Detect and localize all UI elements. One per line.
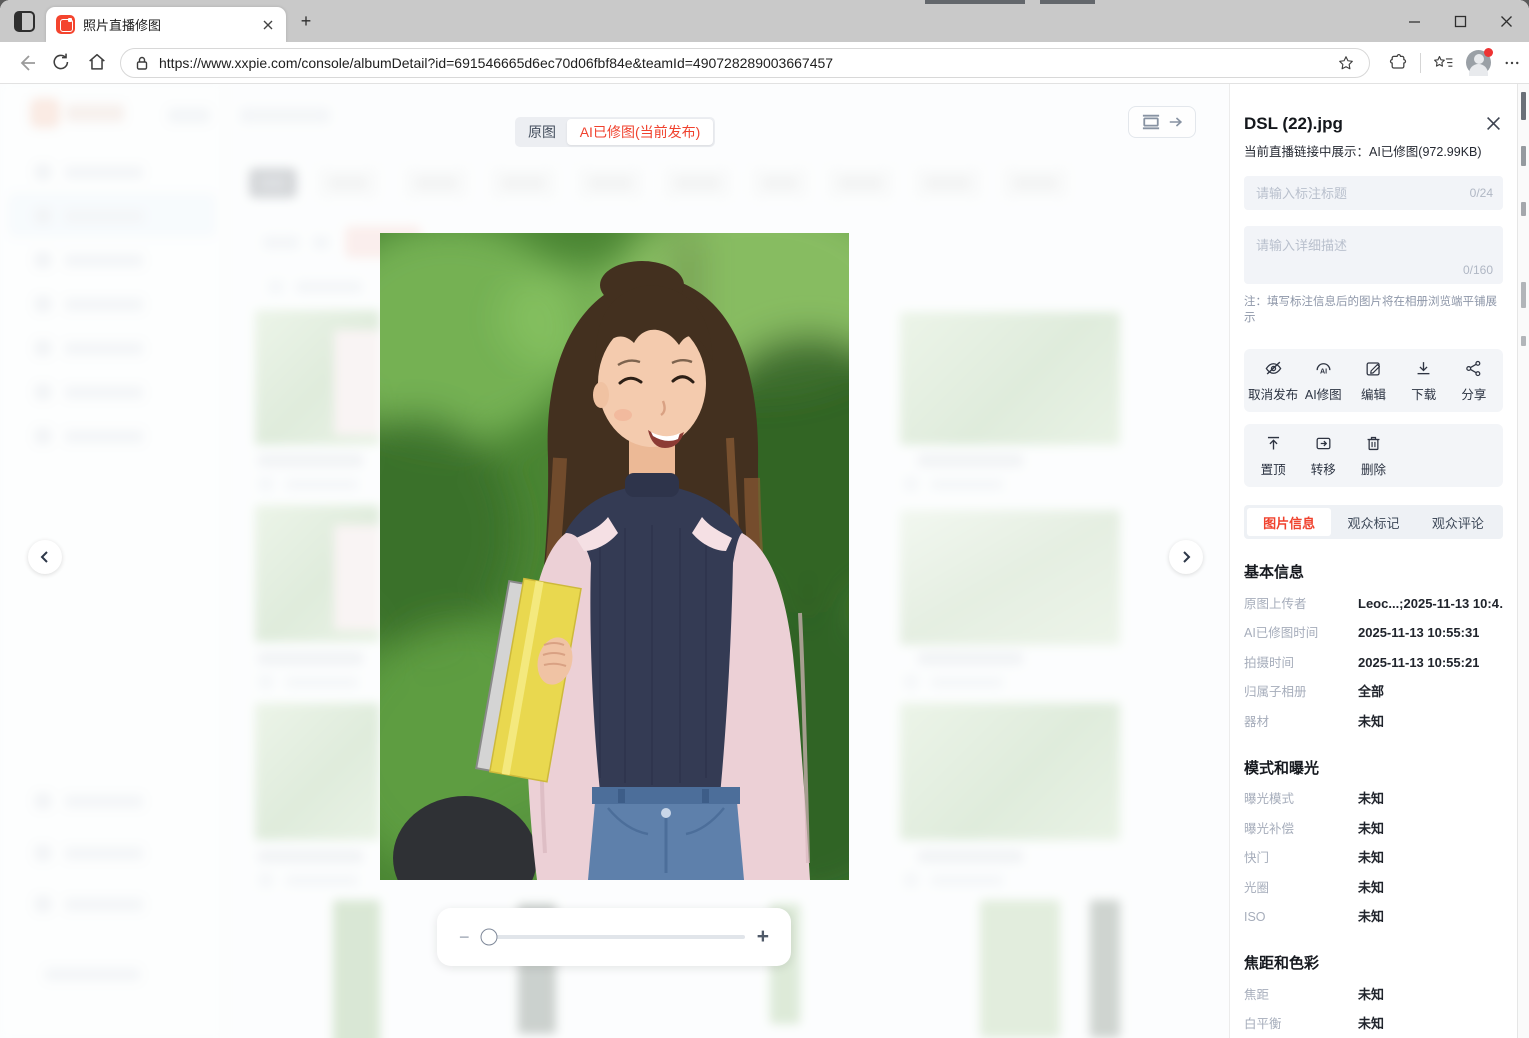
caption-desc-field: 0/160 bbox=[1244, 226, 1503, 284]
desc-char-counter: 0/160 bbox=[1463, 263, 1493, 277]
info-row: ISO未知 bbox=[1244, 906, 1503, 925]
info-row: 器材未知 bbox=[1244, 711, 1503, 730]
section-title-mode-exposure: 模式和曝光 bbox=[1244, 757, 1503, 778]
panel-tabs: 图片信息 观众标记 观众评论 bbox=[1244, 505, 1503, 539]
action-group-secondary: 置顶 转移 删除 bbox=[1244, 424, 1503, 487]
section-title-focal-color: 焦距和色彩 bbox=[1244, 952, 1503, 973]
present-screen-button[interactable] bbox=[1128, 106, 1196, 138]
svg-text:AI: AI bbox=[1320, 367, 1327, 375]
tab-viewer-comments[interactable]: 观众评论 bbox=[1416, 508, 1500, 536]
version-toggle: 原图 AI已修图(当前发布) bbox=[515, 117, 715, 147]
share-icon bbox=[1464, 359, 1483, 378]
window-minimize-button[interactable] bbox=[1391, 0, 1437, 42]
info-row: 快门未知 bbox=[1244, 847, 1503, 866]
tab-workspaces-icon[interactable] bbox=[14, 11, 35, 32]
home-icon[interactable] bbox=[86, 51, 110, 75]
photo-filename: DSL (22).jpg bbox=[1244, 114, 1503, 134]
info-row: 曝光补偿未知 bbox=[1244, 818, 1503, 837]
caption-title-field: 0/24 bbox=[1244, 176, 1503, 210]
site-favicon-icon bbox=[56, 15, 75, 34]
section-title-basic-info: 基本信息 bbox=[1244, 561, 1503, 582]
window-maximize-button[interactable] bbox=[1437, 0, 1483, 42]
album-detail-page: 原图 AI已修图(当前发布) bbox=[0, 84, 1529, 1038]
info-row: 白平衡未知 bbox=[1244, 1013, 1503, 1032]
url-text: https://www.xxpie.com/console/albumDetai… bbox=[159, 55, 1327, 71]
next-photo-button[interactable] bbox=[1169, 540, 1203, 574]
current-display-info: 当前直播链接中展示：AI已修图(972.99KB) bbox=[1244, 141, 1503, 160]
new-tab-button[interactable]: + bbox=[296, 12, 316, 32]
extensions-icon[interactable] bbox=[1388, 53, 1408, 73]
move-folder-icon bbox=[1314, 434, 1333, 453]
info-row: 曝光模式未知 bbox=[1244, 788, 1503, 807]
screen-icon bbox=[1141, 113, 1161, 131]
download-icon bbox=[1414, 359, 1433, 378]
delete-button[interactable]: 删除 bbox=[1348, 434, 1398, 478]
zoom-in-icon[interactable]: + bbox=[757, 925, 769, 949]
favorite-star-icon[interactable] bbox=[1337, 54, 1355, 72]
prev-photo-button[interactable] bbox=[28, 540, 62, 574]
tab-viewer-marks[interactable]: 观众标记 bbox=[1331, 508, 1415, 536]
more-menu-icon[interactable] bbox=[1503, 54, 1521, 72]
background-window-sliver bbox=[925, 0, 1025, 4]
info-row: 光圈未知 bbox=[1244, 877, 1503, 896]
zoom-slider-track[interactable] bbox=[482, 935, 745, 939]
caption-desc-input[interactable] bbox=[1244, 226, 1503, 262]
refresh-icon[interactable] bbox=[50, 51, 74, 75]
arrow-right-icon bbox=[1168, 115, 1184, 129]
notification-dot bbox=[1484, 48, 1493, 57]
toggle-ai-retouched-button[interactable]: AI已修图(当前发布) bbox=[567, 119, 713, 145]
photo-of-woman bbox=[380, 233, 849, 880]
pin-top-button[interactable]: 置顶 bbox=[1248, 434, 1298, 478]
ai-retouch-button[interactable]: AI AI修图 bbox=[1298, 359, 1348, 403]
favorites-bar-icon[interactable] bbox=[1433, 54, 1454, 72]
browser-window: 照片直播修图 + bbox=[0, 0, 1529, 1038]
tab-photo-info[interactable]: 图片信息 bbox=[1247, 508, 1331, 536]
info-row: 焦距未知 bbox=[1244, 984, 1503, 1003]
browser-toolbar: https://www.xxpie.com/console/albumDetai… bbox=[0, 42, 1529, 84]
unpublish-button[interactable]: 取消发布 bbox=[1248, 359, 1298, 403]
trash-icon bbox=[1364, 434, 1383, 453]
photo-info-panel: DSL (22).jpg 当前直播链接中展示：AI已修图(972.99KB) 0… bbox=[1229, 84, 1517, 1038]
edit-button[interactable]: 编辑 bbox=[1348, 359, 1398, 403]
edit-icon bbox=[1364, 359, 1383, 378]
toolbar-separator bbox=[1420, 53, 1421, 73]
pin-top-icon bbox=[1264, 434, 1283, 453]
info-row: 原图上传者Leoc...;2025-11-13 10:4… bbox=[1244, 593, 1503, 612]
share-button[interactable]: 分享 bbox=[1449, 359, 1499, 403]
title-char-counter: 0/24 bbox=[1470, 186, 1493, 200]
caption-note: 注：填写标注信息后的图片将在相册浏览端平铺展示 bbox=[1244, 293, 1503, 325]
eye-off-icon bbox=[1264, 359, 1283, 378]
info-row: AI已修图时间2025-11-13 10:55:31 bbox=[1244, 622, 1503, 641]
lock-icon bbox=[135, 55, 149, 71]
back-icon[interactable] bbox=[14, 51, 38, 75]
toggle-original-button[interactable]: 原图 bbox=[517, 122, 567, 142]
download-button[interactable]: 下载 bbox=[1399, 359, 1449, 403]
ai-retouch-icon: AI bbox=[1314, 359, 1333, 378]
page-scrollbar[interactable] bbox=[1517, 84, 1529, 1038]
window-close-button[interactable] bbox=[1483, 0, 1529, 42]
transfer-button[interactable]: 转移 bbox=[1298, 434, 1348, 478]
caption-title-input[interactable] bbox=[1244, 176, 1503, 210]
panel-close-icon[interactable] bbox=[1486, 116, 1501, 131]
zoom-slider-card: − + bbox=[437, 908, 791, 966]
browser-tab[interactable]: 照片直播修图 bbox=[46, 7, 286, 42]
background-window-sliver bbox=[1040, 0, 1095, 4]
address-bar[interactable]: https://www.xxpie.com/console/albumDetai… bbox=[120, 48, 1370, 78]
zoom-slider-thumb[interactable] bbox=[481, 929, 498, 946]
tab-title: 照片直播修图 bbox=[83, 15, 252, 34]
info-row: 拍摄时间2025-11-13 10:55:21 bbox=[1244, 652, 1503, 671]
profile-avatar[interactable] bbox=[1466, 50, 1491, 75]
browser-tabstrip: 照片直播修图 + bbox=[0, 0, 1529, 42]
info-row: 归属子相册全部 bbox=[1244, 681, 1503, 700]
zoom-out-icon[interactable]: − bbox=[459, 927, 470, 948]
action-group-primary: 取消发布 AI AI修图 编辑 bbox=[1244, 349, 1503, 412]
tab-close-icon[interactable] bbox=[260, 19, 276, 31]
